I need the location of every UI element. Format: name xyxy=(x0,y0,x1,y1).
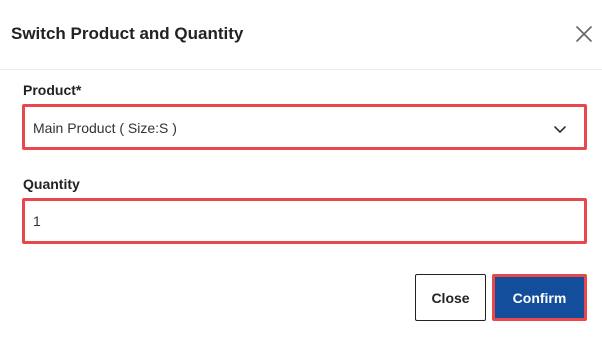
switch-product-dialog: Switch Product and Quantity Product* Mai… xyxy=(0,0,602,338)
quantity-input[interactable] xyxy=(25,201,584,241)
dialog-header: Switch Product and Quantity xyxy=(0,0,602,70)
chevron-down-icon xyxy=(554,122,566,133)
close-icon[interactable] xyxy=(572,22,596,46)
confirm-button[interactable]: Confirm xyxy=(492,274,587,321)
dialog-title: Switch Product and Quantity xyxy=(11,24,244,43)
product-select[interactable]: Main Product ( Size:S ) xyxy=(22,104,587,150)
quantity-label: Quantity xyxy=(23,176,80,192)
product-selected-value: Main Product ( Size:S ) xyxy=(33,120,177,136)
close-button[interactable]: Close xyxy=(415,274,486,321)
quantity-field[interactable] xyxy=(22,198,587,244)
product-label: Product* xyxy=(23,82,82,98)
